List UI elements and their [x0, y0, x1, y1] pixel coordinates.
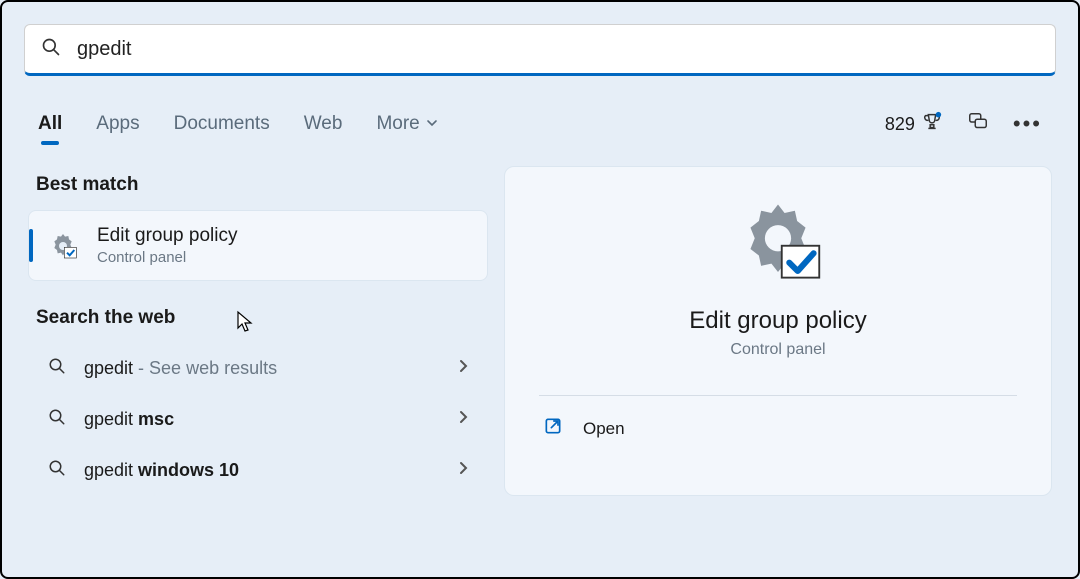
gear-check-icon [47, 230, 79, 262]
open-label: Open [583, 419, 625, 439]
search-icon [41, 37, 61, 62]
detail-pane: Edit group policy Control panel Open [504, 166, 1052, 496]
chevron-down-icon [426, 113, 438, 135]
web-result-text: gpedit windows 10 [84, 460, 239, 481]
detail-subtitle: Control panel [730, 341, 825, 359]
web-result-gpedit-windows-10[interactable]: gpedit windows 10 [28, 445, 488, 496]
web-result-gpedit[interactable]: gpedit - See web results [28, 343, 488, 394]
search-icon [48, 408, 66, 431]
search-bar[interactable] [24, 24, 1056, 76]
rewards-points[interactable]: 829 [885, 111, 943, 138]
chevron-right-icon [458, 359, 468, 378]
results-column: Best match Edit group policy Control pan… [28, 166, 488, 496]
more-options-icon[interactable]: ••• [1013, 111, 1042, 137]
tab-documents[interactable]: Documents [174, 113, 270, 135]
chat-icon[interactable] [967, 111, 989, 138]
filter-tabs: All Apps Documents Web More 829 [2, 104, 1078, 144]
best-match-result[interactable]: Edit group policy Control panel [28, 210, 488, 281]
search-web-heading: Search the web [36, 307, 480, 329]
search-icon [48, 459, 66, 482]
search-icon [48, 357, 66, 380]
web-result-gpedit-msc[interactable]: gpedit msc [28, 394, 488, 445]
open-external-icon [543, 416, 563, 441]
gear-check-icon-large [733, 197, 823, 287]
trophy-icon [921, 111, 943, 138]
tab-apps[interactable]: Apps [96, 113, 139, 135]
tab-web[interactable]: Web [304, 113, 343, 135]
best-match-title: Edit group policy [97, 225, 237, 247]
open-action[interactable]: Open [539, 396, 1017, 441]
web-result-text: gpedit - See web results [84, 358, 277, 379]
chevron-right-icon [458, 410, 468, 429]
best-match-subtitle: Control panel [97, 249, 237, 266]
best-match-heading: Best match [36, 174, 480, 196]
search-input[interactable] [77, 38, 1039, 61]
web-result-text: gpedit msc [84, 409, 174, 430]
chevron-right-icon [458, 461, 468, 480]
tab-more[interactable]: More [376, 113, 437, 135]
detail-title: Edit group policy [689, 307, 866, 335]
tab-all[interactable]: All [38, 113, 62, 135]
